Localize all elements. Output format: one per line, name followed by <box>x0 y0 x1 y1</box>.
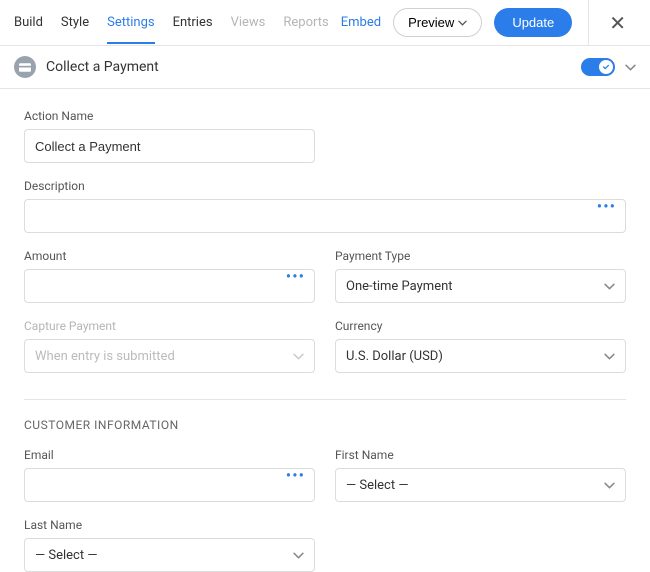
panel-title: Collect a Payment <box>46 59 571 75</box>
last-name-select[interactable]: — Select — <box>24 538 315 572</box>
action-name-label: Action Name <box>24 109 315 123</box>
description-label: Description <box>24 179 626 193</box>
currency-value: U.S. Dollar (USD) <box>346 349 443 364</box>
top-nav: Build Style Settings Entries Views Repor… <box>0 0 650 46</box>
chevron-down-icon <box>604 353 615 360</box>
tab-reports[interactable]: Reports <box>283 1 328 44</box>
panel-body: Action Name Description ••• Amount ••• P… <box>0 89 650 572</box>
top-right-controls: Embed Preview Update ✕ <box>341 0 636 46</box>
preview-label: Preview <box>408 15 454 30</box>
section-divider <box>24 399 626 400</box>
section-heading-customer: CUSTOMER INFORMATION <box>24 418 626 432</box>
payment-type-value: One-time Payment <box>346 279 453 294</box>
amount-input[interactable] <box>24 269 315 303</box>
more-options-icon[interactable]: ••• <box>286 267 305 286</box>
credit-card-icon <box>14 56 36 78</box>
first-name-label: First Name <box>335 448 626 462</box>
action-name-input[interactable] <box>24 129 315 163</box>
currency-label: Currency <box>335 319 626 333</box>
chevron-down-icon <box>604 283 615 290</box>
chevron-down-icon <box>293 353 304 360</box>
last-name-label: Last Name <box>24 518 315 532</box>
embed-link[interactable]: Embed <box>341 15 381 30</box>
capture-payment-label: Capture Payment <box>24 319 315 333</box>
payment-type-label: Payment Type <box>335 249 626 263</box>
chevron-down-icon <box>604 482 615 489</box>
currency-select[interactable]: U.S. Dollar (USD) <box>335 339 626 373</box>
preview-button[interactable]: Preview <box>393 8 482 37</box>
chevron-down-icon[interactable] <box>625 64 636 71</box>
more-options-icon[interactable]: ••• <box>597 197 616 216</box>
amount-label: Amount <box>24 249 315 263</box>
tab-entries[interactable]: Entries <box>173 1 213 44</box>
capture-payment-value: When entry is submitted <box>35 349 175 364</box>
tab-settings[interactable]: Settings <box>107 1 154 44</box>
toggle-knob <box>599 60 613 74</box>
tab-views[interactable]: Views <box>231 1 266 44</box>
update-button[interactable]: Update <box>494 8 572 37</box>
close-icon[interactable]: ✕ <box>609 13 626 33</box>
payment-type-select[interactable]: One-time Payment <box>335 269 626 303</box>
divider <box>588 0 589 46</box>
tabs: Build Style Settings Entries Views Repor… <box>14 1 329 44</box>
panel-header: Collect a Payment <box>0 46 650 89</box>
toggle-switch[interactable] <box>581 58 615 76</box>
first-name-value: — Select — <box>346 478 408 493</box>
tab-build[interactable]: Build <box>14 1 43 44</box>
tab-style[interactable]: Style <box>61 1 89 44</box>
chevron-down-icon <box>458 20 467 26</box>
description-input[interactable] <box>24 199 626 233</box>
chevron-down-icon <box>293 552 304 559</box>
first-name-select[interactable]: — Select — <box>335 468 626 502</box>
email-input[interactable] <box>24 468 315 502</box>
more-options-icon[interactable]: ••• <box>286 466 305 485</box>
email-label: Email <box>24 448 315 462</box>
last-name-value: — Select — <box>35 548 97 563</box>
capture-payment-select: When entry is submitted <box>24 339 315 373</box>
